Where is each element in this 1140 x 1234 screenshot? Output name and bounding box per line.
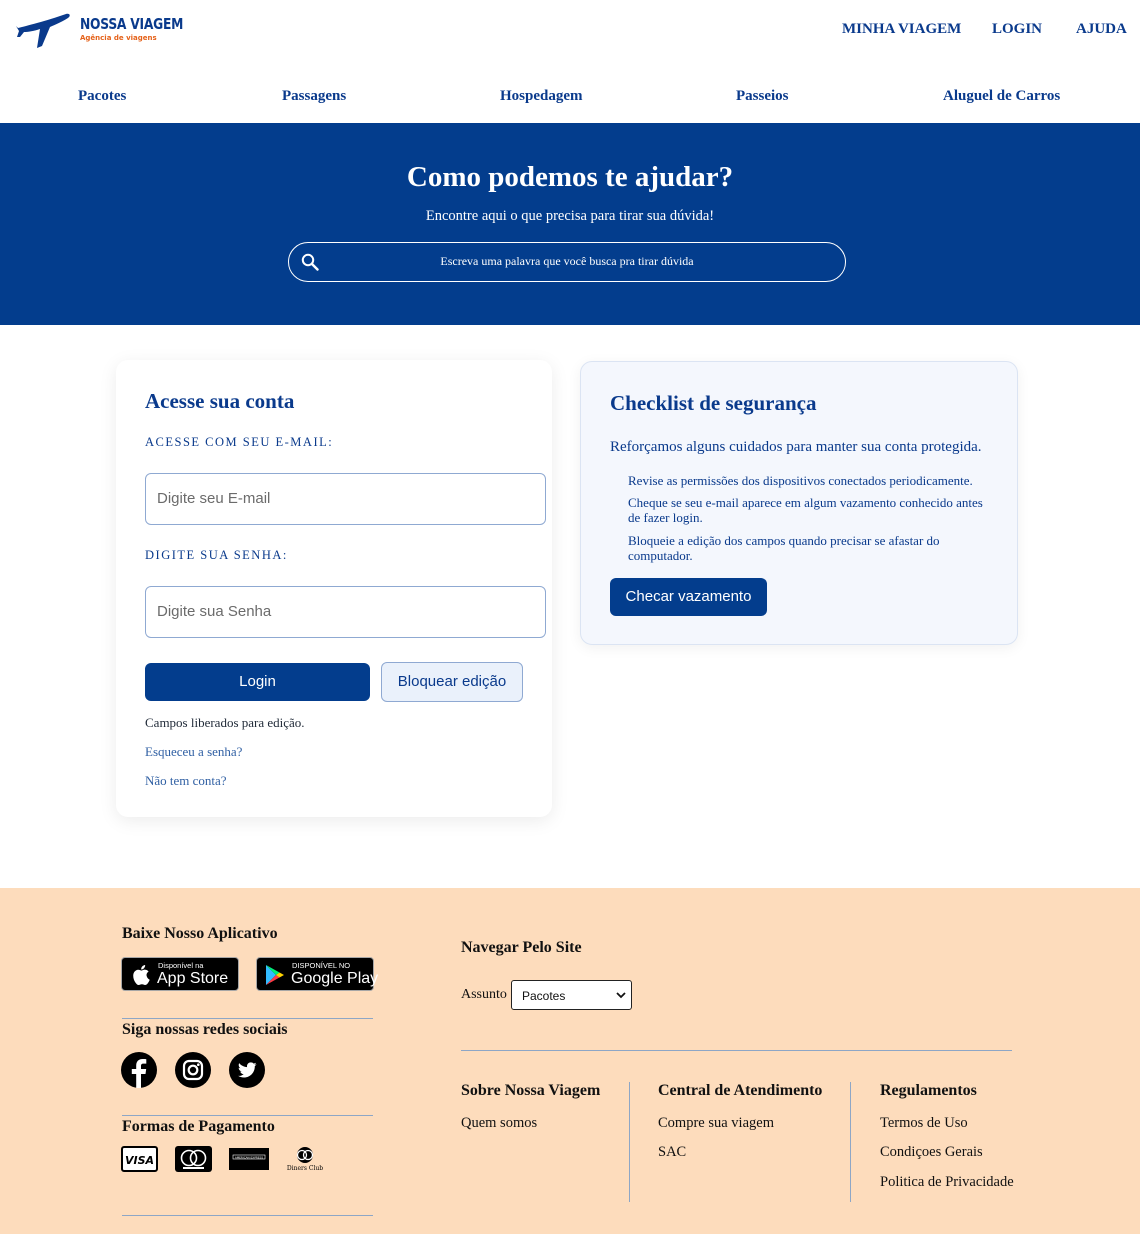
checklist-title: Checklist de segurança [610,391,817,415]
column-title-sobre: Sobre Nossa Viagem [461,1082,601,1099]
lock-edit-button[interactable]: Bloquear edição [381,662,523,702]
nav-login[interactable]: LOGIN [992,21,1042,38]
site-footer: Baixe Nosso Aplicativo Disponível na App… [0,888,1140,1234]
check-leak-button[interactable]: Checar vazamento [610,578,767,616]
main-nav-aluguel-de-carros[interactable]: Aluguel de Carros [943,88,1060,105]
hero-title: Como podemos te ajudar? [406,161,734,193]
google-play-big: Google Play [291,970,379,987]
checklist-item: Revise as permissões dos dispositivos co… [628,473,973,488]
american-express-icon: AMERICAN EXPRESS [229,1148,269,1170]
main-nav-passeios[interactable]: Passeios [736,88,789,105]
mastercard-icon [175,1146,212,1172]
visa-icon: VISA [121,1146,158,1172]
hero-subtitle: Encontre aqui o que precisa para tirar s… [425,208,715,224]
amex-mark: AMERICAN EXPRESS [235,1155,264,1159]
link-condicoes-gerais[interactable]: Condiçoes Gerais [880,1144,983,1161]
google-play-icon [266,965,284,985]
brand-tagline: Agência de viagens [80,34,157,42]
help-search-input[interactable]: Escreva uma palavra que você busca pra t… [288,242,846,282]
subject-select[interactable]: Pacotes [511,980,632,1010]
forgot-password-link[interactable]: Esqueceu a senha? [145,744,242,760]
link-quem-somos[interactable]: Quem somos [461,1115,537,1132]
twitter-icon[interactable] [229,1052,265,1088]
login-card: Acesse sua conta ACESSE COM SEU E-MAIL: … [116,360,552,817]
help-hero: Como podemos te ajudar? Encontre aqui o … [0,123,1140,325]
link-sac[interactable]: SAC [658,1144,686,1161]
footer-divider [122,1215,373,1216]
brand-logo[interactable]: NOSSA VIAGEM Agência de viagens [16,10,186,54]
link-politica-de-privacidade[interactable]: Politica de Privacidade [880,1174,1014,1191]
google-play-badge[interactable]: DISPONÍVEL NO Google Play [256,957,378,991]
search-placeholder: Escreva uma palavra que você busca pra t… [440,254,694,268]
top-header: NOSSA VIAGEM Agência de viagens MINHA VI… [0,0,1140,62]
email-field[interactable]: Digite seu E-mail [145,473,546,525]
password-field[interactable]: Digite sua Senha [145,586,546,638]
footer-divider [122,1018,373,1019]
checklist-item: Bloqueie a edição dos campos quando prec… [628,533,940,563]
visa-mark: VISA [125,1154,154,1167]
apple-icon [133,965,150,985]
main-nav-passagens[interactable]: Passagens [282,88,346,105]
app-title: Baixe Nosso Aplicativo [122,925,278,942]
airplane-icon [16,13,70,49]
google-play-small: DISPONÍVEL NO [292,961,351,970]
navigate-title: Navegar Pelo Site [461,939,582,956]
main-nav: Pacotes Passagens Hospedagem Passeios Al… [0,62,1140,123]
app-store-small: Disponível na [158,961,204,970]
facebook-icon[interactable] [121,1052,157,1088]
payment-title: Formas de Pagamento [122,1118,275,1135]
column-title-regulamentos: Regulamentos [880,1082,977,1099]
diners-club-icon: Diners Club [287,1147,323,1172]
checklist-intro: Reforçamos alguns cuidados para manter s… [610,439,982,455]
signup-link[interactable]: Não tem conta? [145,773,227,789]
main-nav-hospedagem[interactable]: Hospedagem [500,88,583,105]
subject-label: Assunto [461,987,507,1002]
diners-mark: Diners Club [287,1165,323,1172]
social-title: Siga nossas redes sociais [122,1021,288,1038]
checklist-item: Cheque se seu e-mail aparece em algum va… [628,495,983,525]
brand-name: NOSSA VIAGEM [80,15,184,33]
column-title-central: Central de Atendimento [658,1082,823,1099]
chevron-down-icon [616,992,626,999]
link-termos-de-uso[interactable]: Termos de Uso [880,1115,968,1132]
email-placeholder: Digite seu E-mail [157,490,271,507]
login-title: Acesse sua conta [145,389,295,413]
password-placeholder: Digite sua Senha [157,603,272,620]
email-label: ACESSE COM SEU E-MAIL: [145,435,334,449]
password-label: DIGITE SUA SENHA: [145,548,288,562]
login-button[interactable]: Login [145,663,370,701]
app-store-big: App Store [157,970,229,987]
app-store-badge[interactable]: Disponível na App Store [121,957,239,991]
footer-divider [461,1050,1012,1051]
link-compre-sua-viagem[interactable]: Compre sua viagem [658,1115,774,1132]
nav-ajuda[interactable]: AJUDA [1076,21,1127,38]
instagram-icon[interactable] [175,1052,211,1088]
footer-divider [122,1115,373,1116]
security-checklist-card: Checklist de segurança Reforçamos alguns… [580,361,1018,645]
edit-status-text: Campos liberados para edição. [145,715,305,730]
column-separator [850,1082,851,1202]
column-separator [629,1082,630,1202]
nav-minha-viagem[interactable]: MINHA VIAGEM [842,21,961,38]
main-nav-pacotes[interactable]: Pacotes [78,88,126,105]
subject-selected: Pacotes [522,989,566,1003]
